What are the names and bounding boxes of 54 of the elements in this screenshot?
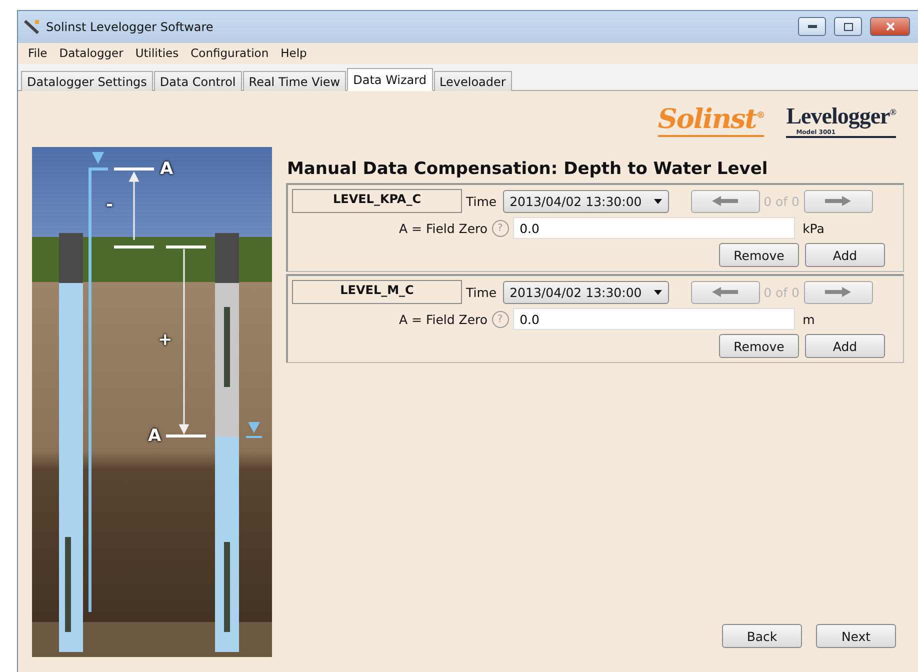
menu-item[interactable]: Help: [274, 46, 313, 60]
plus-sign: +: [158, 331, 172, 349]
unit-label: m: [802, 312, 815, 326]
wizard-button[interactable]: Next: [816, 624, 896, 648]
panel-button[interactable]: Add: [805, 243, 885, 267]
window-title: Solinst Levelogger Software: [46, 20, 214, 34]
unit-label: kPa: [802, 220, 824, 236]
panel-button[interactable]: Remove: [719, 243, 799, 267]
section-heading: Manual Data Compensation: Depth to Water Level: [287, 159, 769, 179]
field-zero-input[interactable]: 0.0: [512, 308, 795, 330]
maximize-button[interactable]: [834, 17, 862, 36]
wizard-button[interactable]: Back: [722, 624, 802, 648]
time-dropdown[interactable]: 2013/04/02 13:30:00: [502, 190, 669, 212]
field-zero-input[interactable]: 0.0: [512, 217, 795, 239]
maximize-icon: [844, 22, 852, 30]
field-zero-label: A = Field Zero: [399, 312, 488, 326]
series-name: LEVEL_KPA_C: [292, 189, 462, 213]
tab[interactable]: Datalogger Settings: [21, 71, 153, 91]
caret-icon: [654, 198, 662, 204]
level-label: A: [160, 160, 174, 178]
left-arrow-icon: [712, 287, 738, 297]
right-arrow-icon: [825, 196, 851, 206]
level-label: A: [148, 427, 162, 445]
minus-sign: -: [106, 196, 114, 214]
probe-icon: [24, 18, 40, 34]
right-arrow-icon: [825, 287, 851, 297]
tab[interactable]: Data Control: [154, 71, 242, 91]
record-counter: 0 of 0: [764, 284, 800, 300]
close-icon: [886, 22, 894, 31]
menu-item[interactable]: File: [22, 46, 54, 60]
field-zero-label: A = Field Zero: [399, 220, 488, 236]
menu-item[interactable]: Configuration: [184, 46, 275, 60]
brand-logo: Solinst$^{®}$: [658, 101, 764, 137]
panel-button[interactable]: Remove: [719, 334, 799, 358]
caret-icon: [654, 290, 662, 294]
time-dropdown[interactable]: 2013/04/02 13:30:00: [502, 280, 669, 304]
minimize-button[interactable]: [798, 17, 826, 36]
time-label: Time: [466, 284, 497, 300]
tab[interactable]: Real Time View: [242, 71, 346, 91]
tab[interactable]: Leveloader: [434, 71, 512, 91]
record-counter: 0 of 0: [764, 194, 800, 208]
menu-item[interactable]: Utilities: [129, 46, 185, 60]
left-arrow-icon: [712, 196, 738, 206]
panel-button[interactable]: Add: [805, 334, 885, 358]
menu-item[interactable]: Datalogger: [53, 46, 130, 60]
close-button[interactable]: [870, 17, 910, 36]
time-label: Time: [466, 194, 497, 208]
next-record-button[interactable]: [804, 190, 872, 212]
previous-button[interactable]: [690, 190, 760, 212]
previous-button[interactable]: [690, 280, 760, 304]
next-record-button[interactable]: [804, 280, 872, 304]
series-name: LEVEL_M_C: [292, 280, 462, 304]
minimize-icon: [808, 25, 816, 28]
tab[interactable]: Data Wizard: [347, 68, 433, 91]
